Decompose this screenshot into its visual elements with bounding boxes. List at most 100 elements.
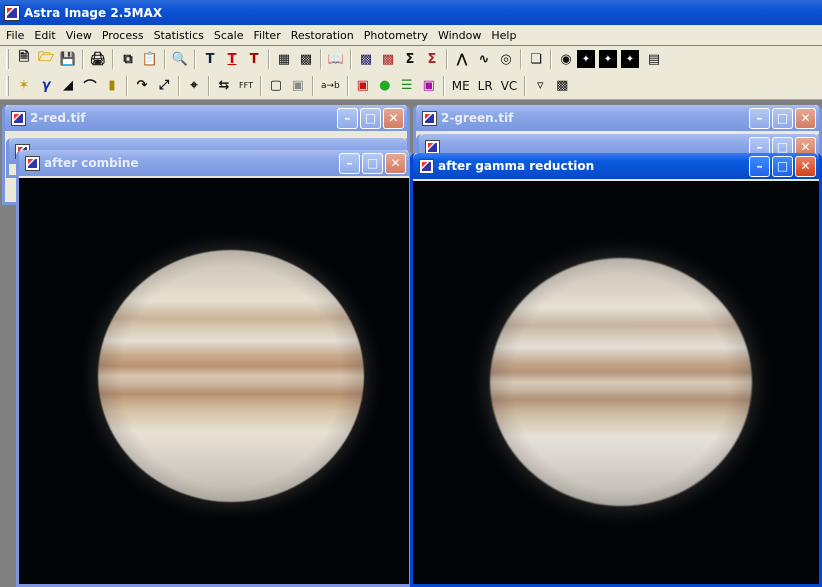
maximize-button[interactable]: □ [772,107,793,129]
zoom-icon[interactable]: 🔍 [169,48,191,70]
rgb-icon[interactable]: ▣ [352,75,374,97]
menu-view[interactable]: View [62,29,98,42]
toolbar-process: ✶ γ ◢ ⌒ ▮ ↷ ⤢ ⌖ ⇆ FFT ▢ ▣ a→b ▣ ● ☰ ▣ ME… [0,72,822,100]
window-red-title: 2-red.tif [30,111,86,125]
image-icon [25,155,40,171]
menu-restoration[interactable]: Restoration [287,29,360,42]
toolbar-grip[interactable] [6,75,9,96]
toolbar-grip[interactable] [6,49,9,69]
pixel-grid-icon[interactable]: ▩ [551,75,573,97]
toolbar-separator [112,49,114,69]
minimize-button[interactable]: – [749,155,770,177]
window-green-titlebar[interactable]: 2-green.tif – □ ✕ [416,105,819,131]
resize-icon[interactable]: ⤢ [153,75,175,97]
mdi-workspace: 2-red.tif – □ ✕ 2-green.tif – □ ✕ – □ ✕ … [0,101,822,587]
minimize-button[interactable]: – [337,107,358,129]
image-canvas[interactable] [413,181,819,584]
fft-button[interactable]: FFT [235,75,257,97]
channels-icon[interactable]: ☰ [396,75,418,97]
window-red-titlebar[interactable]: 2-red.tif – □ ✕ [5,105,407,131]
toolbar-separator [311,75,314,96]
grid-icon[interactable]: ▦ [273,48,295,70]
paste-icon[interactable]: 📋 [139,48,161,70]
sum-icon[interactable]: Σ [399,48,421,70]
maximize-button[interactable]: □ [360,107,381,129]
save-icon[interactable]: 💾 [57,48,79,70]
close-button[interactable]: ✕ [795,155,816,177]
app-title-bar: Astra Image 2.5MAX [0,0,822,25]
target-icon[interactable]: ◎ [495,48,517,70]
menu-photometry[interactable]: Photometry [360,29,434,42]
toolbar-separator [268,49,270,69]
minimize-button[interactable]: – [339,152,360,174]
minimize-button[interactable]: – [749,107,770,129]
mosaic-icon[interactable]: ▩ [295,48,317,70]
lr-button[interactable]: LR [474,75,497,97]
window-after-gamma-titlebar[interactable]: after gamma reduction – □ ✕ [413,153,819,179]
image-canvas[interactable] [19,178,409,584]
new-file-icon[interactable]: 🗎 [13,48,35,70]
window-icon[interactable]: ▤ [643,48,665,70]
star-plus-icon[interactable]: ✦ [621,50,639,68]
toolbar-separator [320,49,322,69]
me-button[interactable]: ME [448,75,474,97]
window-after-combine[interactable]: after combine – □ ✕ [16,150,412,587]
histogram-icon[interactable]: ▩ [355,48,377,70]
menu-window[interactable]: Window [434,29,487,42]
filter-icon[interactable]: ▿ [529,75,551,97]
menu-filter[interactable]: Filter [249,29,286,42]
image-icon [419,158,434,174]
toolbar-separator [164,49,166,69]
maximize-button[interactable]: □ [362,152,383,174]
app-logo-icon [4,4,20,21]
toolbar-separator [194,49,196,69]
menu-statistics[interactable]: Statistics [150,29,210,42]
menu-scale[interactable]: Scale [210,29,250,42]
app-title: Astra Image 2.5MAX [24,5,163,20]
maximize-button[interactable]: □ [772,155,793,177]
menu-help[interactable]: Help [487,29,522,42]
toolbar-separator [126,75,128,96]
transform-icon[interactable]: ⇆ [213,75,235,97]
close-button[interactable]: ✕ [383,107,404,129]
text-style-icon[interactable]: T [243,48,265,70]
jupiter-image [98,250,364,502]
rotate-icon[interactable]: ↷ [131,75,153,97]
color-balance-icon[interactable]: ▣ [418,75,440,97]
menu-file[interactable]: File [2,29,30,42]
close-button[interactable]: ✕ [795,107,816,129]
brightness-icon[interactable]: ✶ [13,75,35,97]
sum-region-icon[interactable]: Σ [421,48,443,70]
frame-gray-icon[interactable]: ▣ [287,75,309,97]
frame-icon[interactable]: ▢ [265,75,287,97]
menu-process[interactable]: Process [98,29,150,42]
curve-shape-icon[interactable]: ⌒ [79,75,101,97]
color-wheel-icon[interactable]: ● [374,75,396,97]
star-c-icon[interactable]: ✦ [577,50,595,68]
battery-icon[interactable]: ▮ [101,75,123,97]
text-tool-icon[interactable]: T [199,48,221,70]
window-after-combine-titlebar[interactable]: after combine – □ ✕ [19,150,409,176]
curve-icon[interactable]: ⋀ [451,48,473,70]
a-to-b-button[interactable]: a→b [317,75,344,97]
copy-icon[interactable]: ⧉ [117,48,139,70]
print-icon[interactable]: 🖨 [87,48,109,70]
toolbar-separator [350,49,352,69]
gamma-icon[interactable]: γ [35,75,57,97]
deconvolve-icon[interactable]: ◉ [555,48,577,70]
layers-icon[interactable]: ❏ [525,48,547,70]
window-after-gamma-reduction[interactable]: after gamma reduction – □ ✕ [410,153,822,587]
toolbar-separator [442,75,445,96]
ramp-icon[interactable]: ◢ [57,75,79,97]
text-color-icon[interactable]: T [221,48,243,70]
star-icon[interactable]: ✦ [599,50,617,68]
close-button[interactable]: ✕ [385,152,406,174]
levels-icon[interactable]: ∿ [473,48,495,70]
vc-button[interactable]: VC [497,75,522,97]
book-icon[interactable]: 📖 [325,48,347,70]
menu-edit[interactable]: Edit [30,29,61,42]
color-histogram-icon[interactable]: ▩ [377,48,399,70]
open-folder-icon[interactable]: 🗁 [35,48,57,70]
crop-icon[interactable]: ⌖ [183,75,205,97]
toolbar-separator [82,49,84,69]
